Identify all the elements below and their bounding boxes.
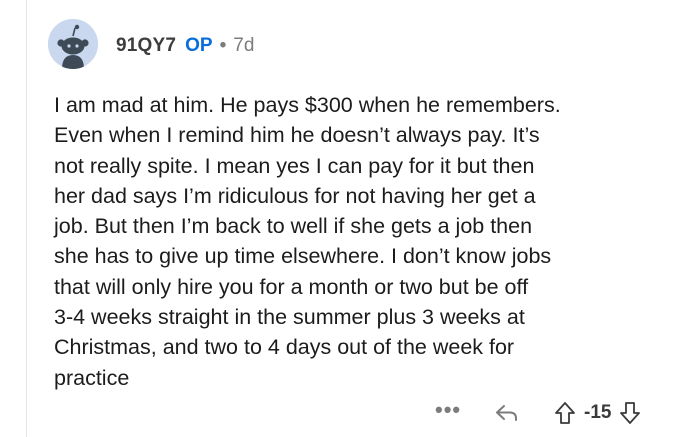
separator-dot: • (219, 35, 227, 56)
upvote-icon[interactable] (552, 399, 578, 427)
comment: 91QY7 OP • 7d I am mad at him. He pays $… (0, 0, 700, 437)
vote-score: -15 (584, 402, 612, 423)
thread-line[interactable] (26, 0, 27, 437)
op-badge: OP (185, 35, 213, 56)
more-icon[interactable]: ••• (435, 399, 461, 421)
comment-body: I am mad at him. He pays $300 when he re… (54, 93, 561, 390)
snoo-avatar-icon[interactable] (48, 19, 98, 69)
author-username[interactable]: 91QY7 (116, 35, 176, 57)
comment-header: 91QY7 OP • 7d (116, 34, 254, 58)
downvote-icon[interactable] (617, 399, 643, 427)
comment-age: 7d (233, 35, 255, 56)
comment-actions: ••• -15 (435, 396, 643, 430)
reply-icon[interactable] (493, 399, 521, 427)
